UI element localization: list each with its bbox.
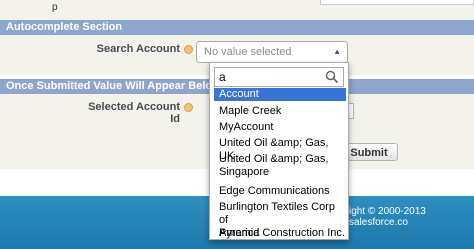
option-account[interactable]: Account	[214, 88, 346, 101]
autocomplete-dropdown[interactable]: a Account Maple Creek MyAccount United O…	[209, 62, 349, 240]
footer-copyright: ight © 2000-2013 salesforce.co	[349, 206, 426, 228]
search-query: a	[219, 70, 226, 84]
account-select[interactable]: No value selected ▲	[196, 41, 348, 63]
option-maple-creek[interactable]: Maple Creek	[214, 105, 346, 118]
option-pyramid-construction[interactable]: Pyramid Construction Inc.	[214, 227, 346, 240]
option-myaccount[interactable]: MyAccount	[214, 121, 346, 134]
search-icon	[325, 70, 339, 84]
dropdown-search-input[interactable]: a	[214, 67, 344, 87]
caret-icon: ▲	[333, 47, 341, 56]
selected-account-label: Selected Account Id	[88, 101, 180, 125]
autocomplete-section-header: Autocomplete Section	[0, 20, 474, 35]
tab-stub	[320, 0, 474, 5]
option-edge-communications[interactable]: Edge Communications	[214, 185, 346, 198]
search-account-label: Search Account	[96, 43, 180, 55]
page-top-fragment: p	[0, 0, 474, 20]
help-icon[interactable]	[184, 103, 193, 112]
select-value: No value selected	[204, 46, 292, 58]
option-united-oil-singapore[interactable]: United Oil &amp; Gas, Singapore	[214, 153, 346, 179]
top-fragment-text: p	[52, 2, 58, 13]
help-icon[interactable]	[184, 45, 193, 54]
